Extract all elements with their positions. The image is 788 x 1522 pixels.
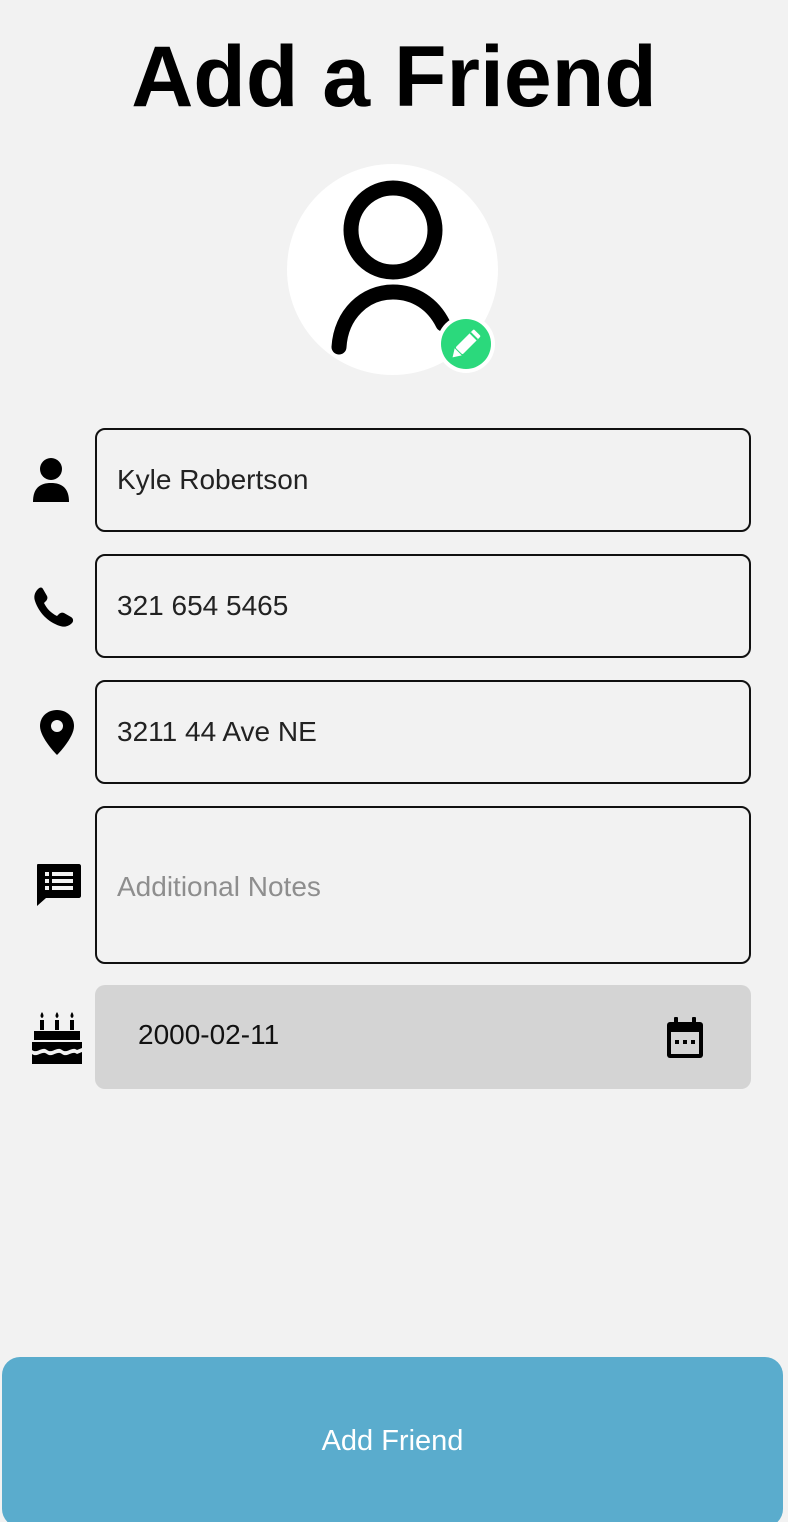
add-friend-button-label: Add Friend [321, 1425, 464, 1457]
page-title: Add a Friend [131, 29, 657, 125]
name-input[interactable] [95, 428, 751, 532]
add-friend-screen: Add a Friend Kyle Robertson 321 654 5465… [0, 0, 788, 1522]
add-friend-button[interactable]: Add Friend [2, 1357, 783, 1522]
pencil-icon [452, 329, 481, 358]
phone-icon [34, 587, 74, 627]
birthday-date-picker[interactable]: 2000-02-11 [95, 985, 751, 1089]
person-icon [33, 458, 69, 502]
birthday-cake-icon [32, 1012, 82, 1064]
calendar-icon[interactable] [665, 1016, 705, 1060]
birthday-value: 2000-02-11 [138, 1019, 280, 1050]
edit-avatar-button[interactable] [437, 315, 495, 373]
notes-input[interactable] [95, 806, 751, 964]
phone-input[interactable] [95, 554, 751, 658]
notes-chat-icon [37, 864, 81, 906]
location-pin-icon [40, 710, 74, 755]
address-input[interactable] [95, 680, 751, 784]
